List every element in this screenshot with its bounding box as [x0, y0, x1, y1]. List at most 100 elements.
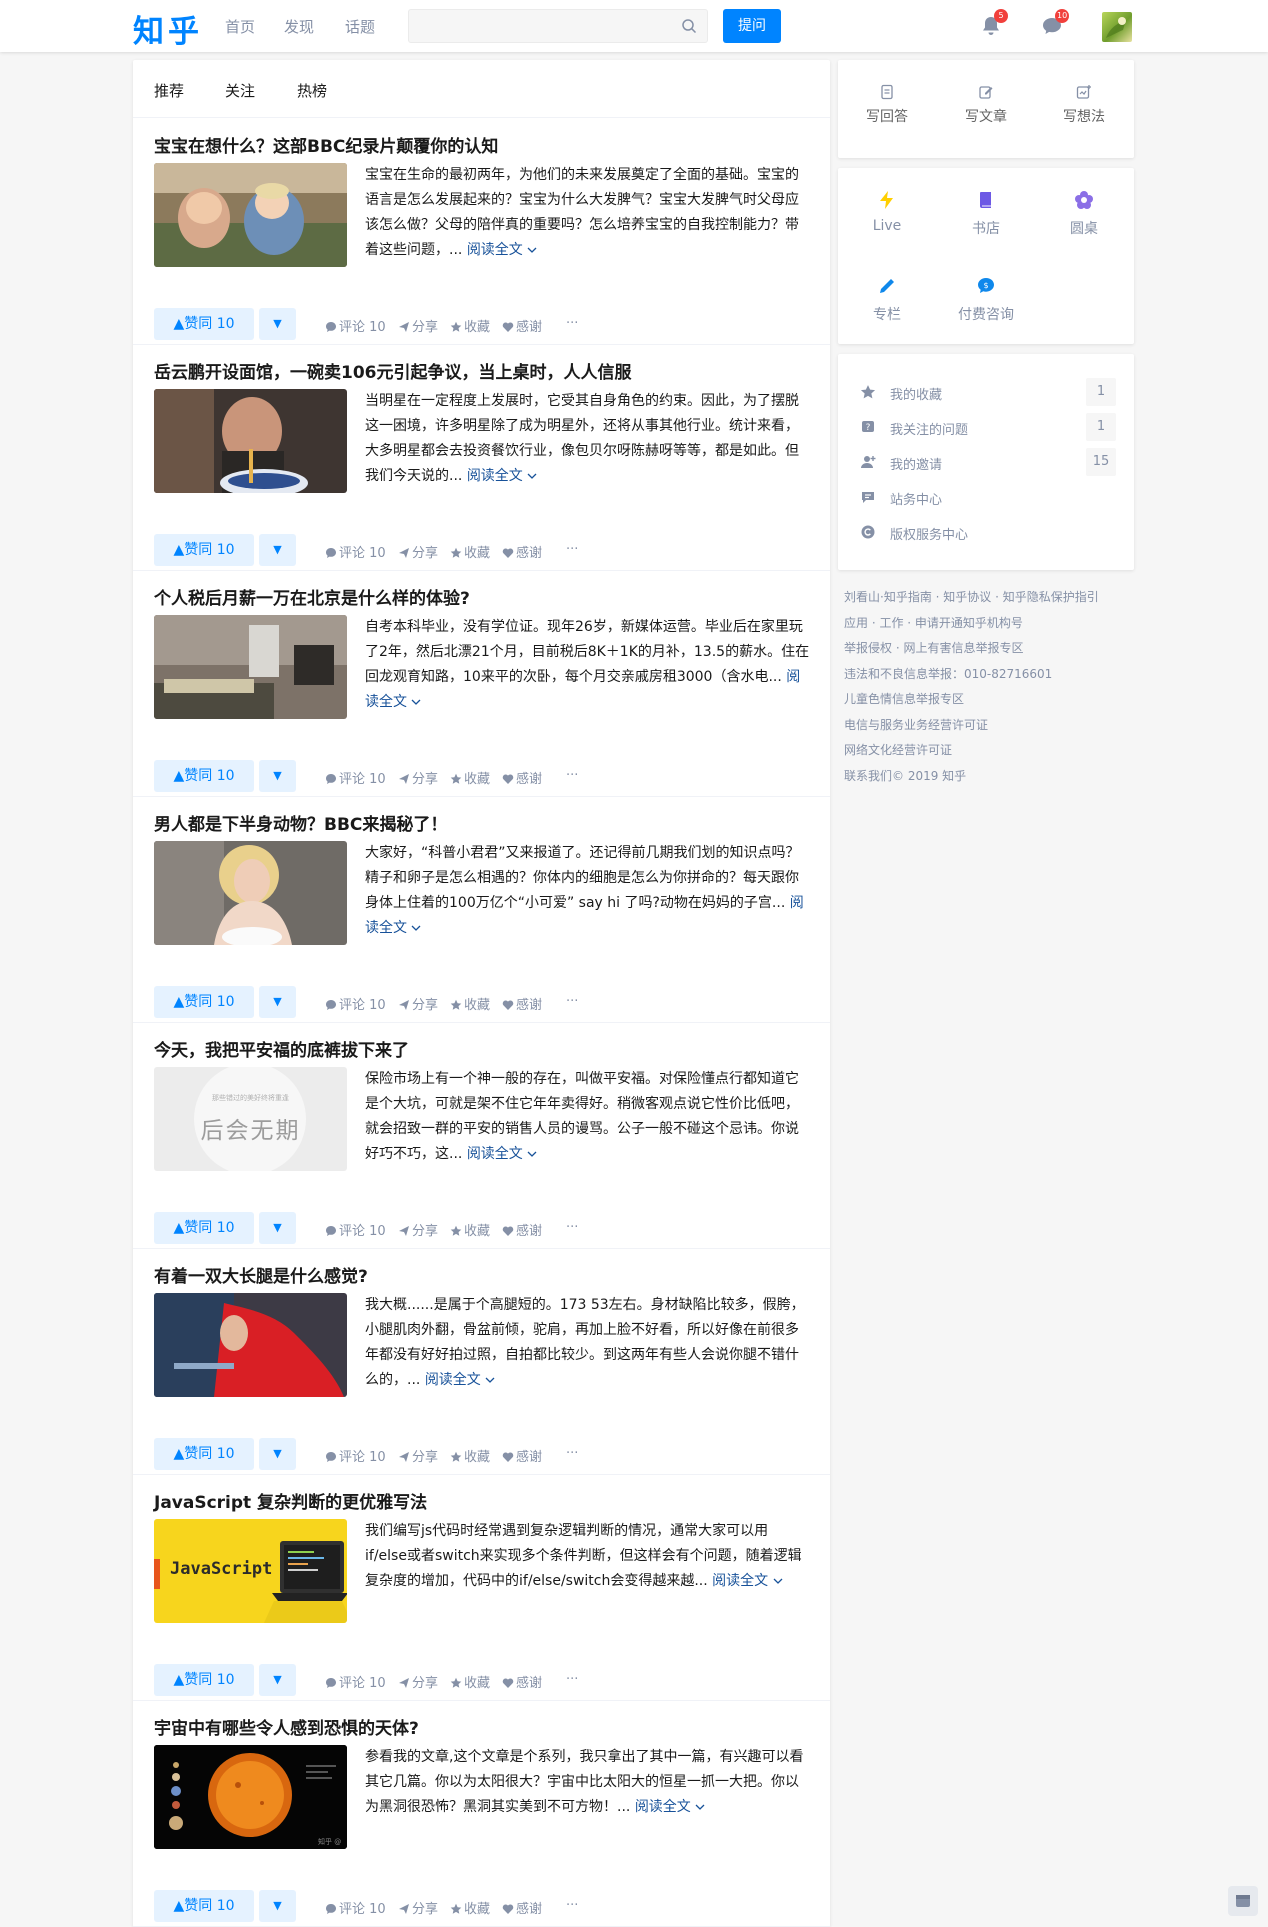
corner-float-button[interactable] [1228, 1886, 1258, 1916]
vote-up-button[interactable]: ▲赞同 10 [154, 1438, 254, 1470]
item-excerpt[interactable]: 宝宝在生命的最初两年，为他们的未来发展奠定了全面的基础。宝宝的语言是怎么发展起来… [365, 163, 810, 263]
comment-button[interactable]: 评论 10 [325, 768, 386, 787]
vote-down-button[interactable]: ▼ [259, 308, 296, 340]
thanks-button[interactable]: 感谢 [502, 542, 542, 561]
footer-line[interactable]: 应用 · 工作 · 申请开通知乎机构号 [844, 611, 1134, 637]
share-button[interactable]: 分享 [398, 1898, 438, 1917]
vote-up-button[interactable]: ▲赞同 10 [154, 308, 254, 340]
more-button[interactable]: ··· [566, 542, 578, 557]
share-button[interactable]: 分享 [398, 542, 438, 561]
more-button[interactable]: ··· [566, 1898, 578, 1913]
item-thumbnail[interactable]: JavaScript [154, 1519, 347, 1623]
read-more-link[interactable]: 阅读全文 [635, 1799, 705, 1815]
share-button[interactable]: 分享 [398, 316, 438, 335]
footer-line[interactable]: 举报侵权 · 网上有害信息举报专区 [844, 636, 1134, 662]
share-button[interactable]: 分享 [398, 1446, 438, 1465]
footer-line[interactable]: 联系我们© 2019 知乎 [844, 764, 1134, 790]
nav-topics[interactable]: 话题 [345, 16, 375, 37]
comment-button[interactable]: 评论 10 [325, 316, 386, 335]
vote-up-button[interactable]: ▲赞同 10 [154, 1890, 254, 1922]
footer-line[interactable]: 儿童色情信息举报专区 [844, 687, 1134, 713]
write-idea-button[interactable]: 写想法 [1044, 84, 1124, 126]
more-button[interactable]: ··· [566, 994, 578, 1009]
share-button[interactable]: 分享 [398, 768, 438, 787]
item-excerpt[interactable]: 我大概......是属于个高腿短的。173 53左右。身材缺陷比较多，假胯，小腿… [365, 1293, 810, 1393]
item-title[interactable]: 宝宝在想什么？这部BBC纪录片颠覆你的认知 [154, 132, 498, 157]
collect-button[interactable]: 收藏 [450, 542, 490, 561]
item-title[interactable]: 今天，我把平安福的底裤拔下来了 [154, 1036, 409, 1061]
feature-bookstore[interactable]: 书店 [946, 190, 1026, 238]
collect-button[interactable]: 收藏 [450, 994, 490, 1013]
tab-follow[interactable]: 关注 [225, 80, 255, 101]
vote-down-button[interactable]: ▼ [259, 986, 296, 1018]
search-input[interactable] [409, 10, 669, 42]
write-article-button[interactable]: 写文章 [946, 84, 1026, 126]
notifications-button[interactable]: 5 [980, 9, 1008, 39]
thanks-button[interactable]: 感谢 [502, 1446, 542, 1465]
collect-button[interactable]: 收藏 [450, 1446, 490, 1465]
list-item-service-center[interactable]: 站务中心 [860, 483, 1116, 511]
vote-up-button[interactable]: ▲赞同 10 [154, 986, 254, 1018]
list-item-copyright-center[interactable]: 版权服务中心 [860, 518, 1116, 546]
more-button[interactable]: ··· [566, 768, 578, 783]
ask-button[interactable]: 提问 [723, 9, 781, 43]
comment-button[interactable]: 评论 10 [325, 1220, 386, 1239]
comment-button[interactable]: 评论 10 [325, 1446, 386, 1465]
more-button[interactable]: ··· [566, 316, 578, 331]
thanks-button[interactable]: 感谢 [502, 1220, 542, 1239]
collect-button[interactable]: 收藏 [450, 768, 490, 787]
vote-down-button[interactable]: ▼ [259, 1890, 296, 1922]
item-thumbnail[interactable]: 那些错过的美好终将重逢 后会无期 [154, 1067, 347, 1171]
write-answer-button[interactable]: 写回答 [847, 84, 927, 126]
messages-button[interactable]: 10 [1041, 9, 1070, 39]
vote-down-button[interactable]: ▼ [259, 1438, 296, 1470]
nav-home[interactable]: 首页 [225, 16, 255, 37]
feature-roundtable[interactable]: 圆桌 [1044, 190, 1124, 238]
item-excerpt[interactable]: 大家好，“科普小君君”又来报道了。还记得前几期我们划的知识点吗？精子和卵子是怎么… [365, 841, 810, 941]
footer-line[interactable]: 电信与服务业务经营许可证 [844, 713, 1134, 739]
more-button[interactable]: ··· [566, 1220, 578, 1235]
item-thumbnail[interactable] [154, 163, 347, 267]
feature-paid-consult[interactable]: $ 付费咨询 [946, 276, 1026, 324]
item-thumbnail[interactable] [154, 1293, 347, 1397]
read-more-link[interactable]: 阅读全文 [425, 1372, 495, 1388]
list-item-favorites[interactable]: 我的收藏 1 [860, 378, 1116, 406]
tab-hot[interactable]: 热榜 [297, 80, 327, 101]
item-excerpt[interactable]: 我们编写js代码时经常遇到复杂逻辑判断的情况，通常大家可以用if/else或者s… [365, 1519, 810, 1594]
collect-button[interactable]: 收藏 [450, 1220, 490, 1239]
item-title[interactable]: JavaScript 复杂判断的更优雅写法 [154, 1488, 427, 1513]
vote-up-button[interactable]: ▲赞同 10 [154, 534, 254, 566]
vote-up-button[interactable]: ▲赞同 10 [154, 1664, 254, 1696]
read-more-link[interactable]: 阅读全文 [467, 468, 537, 484]
collect-button[interactable]: 收藏 [450, 316, 490, 335]
share-button[interactable]: 分享 [398, 994, 438, 1013]
search-icon[interactable] [681, 18, 697, 34]
comment-button[interactable]: 评论 10 [325, 994, 386, 1013]
tab-recommend[interactable]: 推荐 [154, 80, 184, 101]
comment-button[interactable]: 评论 10 [325, 1898, 386, 1917]
vote-down-button[interactable]: ▼ [259, 1664, 296, 1696]
thanks-button[interactable]: 感谢 [502, 994, 542, 1013]
read-more-link[interactable]: 阅读全文 [467, 1146, 537, 1162]
read-more-link[interactable]: 阅读全文 [712, 1573, 783, 1589]
feature-live[interactable]: Live [847, 190, 927, 234]
vote-up-button[interactable]: ▲赞同 10 [154, 760, 254, 792]
item-title[interactable]: 有着一双大长腿是什么感觉? [154, 1262, 368, 1287]
feature-column[interactable]: 专栏 [847, 276, 927, 324]
footer-line[interactable]: 网络文化经营许可证 [844, 738, 1134, 764]
user-avatar[interactable] [1102, 12, 1132, 42]
nav-discover[interactable]: 发现 [284, 16, 314, 37]
thanks-button[interactable]: 感谢 [502, 316, 542, 335]
comment-button[interactable]: 评论 10 [325, 542, 386, 561]
vote-up-button[interactable]: ▲赞同 10 [154, 1212, 254, 1244]
vote-down-button[interactable]: ▼ [259, 534, 296, 566]
thanks-button[interactable]: 感谢 [502, 1672, 542, 1691]
vote-down-button[interactable]: ▼ [259, 1212, 296, 1244]
zhihu-logo[interactable]: 知乎 [133, 6, 203, 51]
item-excerpt[interactable]: 保险市场上有一个神一般的存在，叫做平安福。对保险懂点行都知道它是个大坑，可就是架… [365, 1067, 810, 1167]
item-title[interactable]: 宇宙中有哪些令人感到恐惧的天体? [154, 1714, 419, 1739]
item-thumbnail[interactable] [154, 841, 347, 945]
item-thumbnail[interactable]: 知乎 @ [154, 1745, 347, 1849]
more-button[interactable]: ··· [566, 1672, 578, 1687]
item-excerpt[interactable]: 自考本科毕业，没有学位证。现年26岁，新媒体运营。毕业后在家里玩了2年，然后北漂… [365, 615, 810, 715]
